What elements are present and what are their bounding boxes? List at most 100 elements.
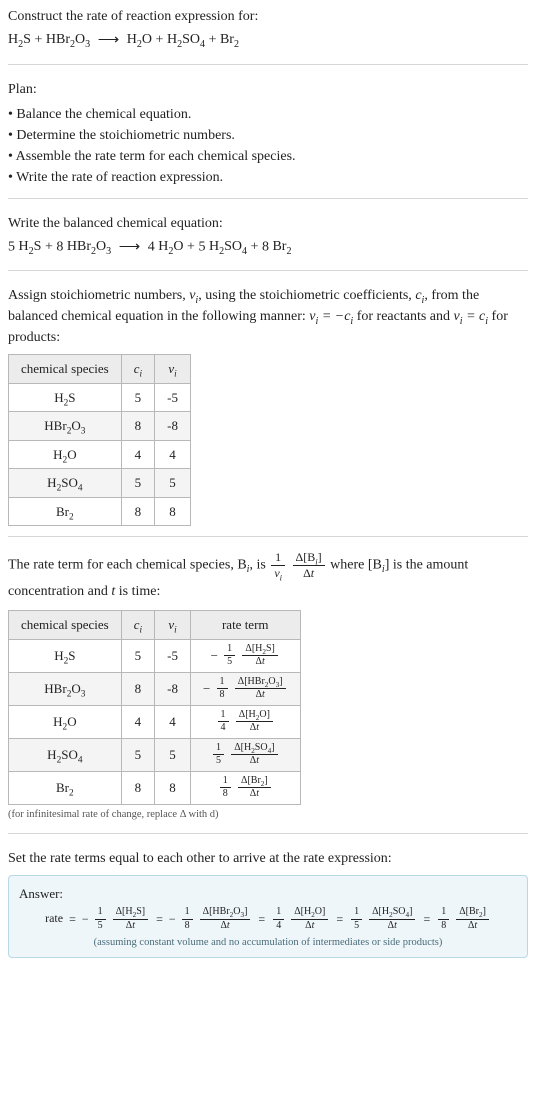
cell-species: H2S bbox=[9, 383, 122, 412]
table-row: H2O 4 4 bbox=[9, 440, 191, 469]
table-row: Br2 8 8 bbox=[9, 497, 191, 526]
stoich-section: Assign stoichiometric numbers, νi, using… bbox=[8, 285, 528, 537]
frac-delta: Δ[Br2]Δt bbox=[456, 907, 489, 931]
cell-rate: 15 Δ[H2SO4]Δt bbox=[190, 738, 300, 771]
coef: 8 bbox=[56, 239, 63, 254]
table-row: H2O 4 4 14 Δ[H2O]Δt bbox=[9, 705, 301, 738]
frac-dB-dt: Δ[Bi] Δt bbox=[293, 551, 325, 579]
cell-rate: − 18 Δ[HBr2O3]Δt bbox=[190, 672, 300, 705]
col-nu: νi bbox=[155, 611, 191, 640]
plan-section: Plan: Balance the chemical equation. Det… bbox=[8, 79, 528, 199]
equals-icon: = bbox=[420, 912, 433, 926]
balanced-section: Write the balanced chemical equation: 5 … bbox=[8, 213, 528, 272]
cell-c: 5 bbox=[121, 383, 154, 412]
minus-icon: − bbox=[169, 912, 177, 926]
answer-assumption: (assuming constant volume and no accumul… bbox=[19, 935, 517, 951]
equals-icon: = bbox=[153, 912, 166, 926]
cell-c: 4 bbox=[121, 705, 154, 738]
cell-c: 8 bbox=[121, 412, 154, 441]
frac-delta: Δ[H2S]Δt bbox=[113, 907, 148, 931]
cell-c: 8 bbox=[121, 771, 154, 804]
intro-section: Construct the rate of reaction expressio… bbox=[8, 6, 528, 65]
coef: 8 bbox=[262, 239, 269, 254]
cell-nu: -8 bbox=[155, 412, 191, 441]
table-row: Br2 8 8 18 Δ[Br2]Δt bbox=[9, 771, 301, 804]
table-row: HBr2O3 8 -8 bbox=[9, 412, 191, 441]
col-c: ci bbox=[121, 355, 154, 384]
plan-item: Assemble the rate term for each chemical… bbox=[8, 146, 528, 167]
cell-c: 8 bbox=[121, 497, 154, 526]
answer-box: Answer: rate = − 15 Δ[H2S]Δt = − 18 Δ[HB… bbox=[8, 875, 528, 958]
reactant: HBr2O3 bbox=[67, 239, 111, 254]
cell-nu: -8 bbox=[155, 672, 191, 705]
frac-coef: 18 bbox=[220, 776, 231, 800]
cell-c: 8 bbox=[121, 672, 154, 705]
frac-delta: Δ[H2SO4]Δt bbox=[231, 743, 277, 767]
col-c: ci bbox=[121, 611, 154, 640]
frac-coef: 18 bbox=[217, 677, 228, 701]
equals-icon: = bbox=[333, 912, 346, 926]
coef: 5 bbox=[198, 239, 205, 254]
final-section: Set the rate terms equal to each other t… bbox=[8, 848, 528, 968]
answer-label: Answer: bbox=[19, 884, 517, 904]
plus: + bbox=[251, 239, 262, 254]
cell-nu: 5 bbox=[155, 469, 191, 498]
table-row: HBr2O3 8 -8 − 18 Δ[HBr2O3]Δt bbox=[9, 672, 301, 705]
stoich-table: chemical species ci νi H2S 5 -5 HBr2O3 8… bbox=[8, 354, 191, 526]
final-lead: Set the rate terms equal to each other t… bbox=[8, 848, 528, 869]
col-rate: rate term bbox=[190, 611, 300, 640]
product: Br2 bbox=[220, 32, 239, 47]
cell-species: Br2 bbox=[9, 771, 122, 804]
cell-nu: 8 bbox=[155, 771, 191, 804]
plan-heading: Plan: bbox=[8, 79, 528, 100]
cell-nu: -5 bbox=[155, 639, 191, 672]
plan-list: Balance the chemical equation. Determine… bbox=[8, 104, 528, 188]
plus: + bbox=[34, 32, 45, 47]
rate-expression: rate = − 15 Δ[H2S]Δt = − 18 Δ[HBr2O3]Δt … bbox=[19, 907, 517, 931]
unbalanced-equation: H2S + HBr2O3 ⟶ H2O + H2SO4 + Br2 bbox=[8, 29, 528, 52]
equals-icon: = bbox=[255, 912, 268, 926]
arrow-icon: ⟶ bbox=[94, 29, 124, 52]
plan-item: Determine the stoichiometric numbers. bbox=[8, 125, 528, 146]
cell-c: 5 bbox=[121, 738, 154, 771]
rateterm-intro: The rate term for each chemical species,… bbox=[8, 551, 528, 604]
cell-species: HBr2O3 bbox=[9, 412, 122, 441]
frac-coef: 14 bbox=[273, 907, 284, 931]
frac-delta: Δ[HBr2O3]Δt bbox=[235, 677, 286, 701]
frac-coef: 15 bbox=[224, 644, 235, 668]
minus-icon: − bbox=[211, 648, 219, 663]
product: H2O bbox=[158, 239, 183, 254]
frac-coef: 15 bbox=[95, 907, 106, 931]
product: H2SO4 bbox=[209, 239, 247, 254]
table-header-row: chemical species ci νi bbox=[9, 355, 191, 384]
cell-species: H2O bbox=[9, 440, 122, 469]
coef: 4 bbox=[148, 239, 155, 254]
cell-rate: 18 Δ[Br2]Δt bbox=[190, 771, 300, 804]
frac-coef: 15 bbox=[351, 907, 362, 931]
minus-icon: − bbox=[203, 681, 211, 696]
plus: + bbox=[187, 239, 198, 254]
frac-coef: 15 bbox=[213, 743, 224, 767]
frac-coef: 18 bbox=[182, 907, 193, 931]
rel-reactants: νi = −ci bbox=[309, 309, 353, 324]
plus: + bbox=[156, 32, 167, 47]
cell-c: 4 bbox=[121, 440, 154, 469]
coef: 5 bbox=[8, 239, 15, 254]
table-row: H2SO4 5 5 bbox=[9, 469, 191, 498]
c-symbol: ci bbox=[415, 288, 424, 303]
nu-symbol: νi bbox=[189, 288, 198, 303]
minus-icon: − bbox=[82, 912, 90, 926]
plan-item: Balance the chemical equation. bbox=[8, 104, 528, 125]
frac-coef: 14 bbox=[218, 710, 229, 734]
cell-c: 5 bbox=[121, 469, 154, 498]
table-row: H2SO4 5 5 15 Δ[H2SO4]Δt bbox=[9, 738, 301, 771]
plus: + bbox=[209, 32, 220, 47]
balanced-equation: 5 H2S + 8 HBr2O3 ⟶ 4 H2O + 5 H2SO4 + 8 B… bbox=[8, 236, 528, 259]
product: H2O bbox=[127, 32, 152, 47]
product: Br2 bbox=[272, 239, 291, 254]
infinitesimal-note: (for infinitesimal rate of change, repla… bbox=[8, 807, 528, 823]
col-nu: νi bbox=[155, 355, 191, 384]
cell-nu: 8 bbox=[155, 497, 191, 526]
cell-species: Br2 bbox=[9, 497, 122, 526]
equals-icon: = bbox=[66, 912, 79, 926]
